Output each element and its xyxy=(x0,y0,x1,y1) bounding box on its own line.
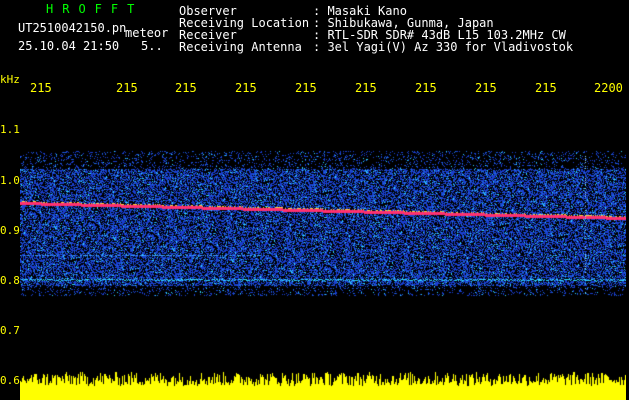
time-tick-label: 215 xyxy=(116,81,138,95)
time-tick-label: 215 xyxy=(235,81,257,95)
antenna-label: Receiving Antenna xyxy=(179,40,302,54)
freq-tick-label: 1.0 xyxy=(0,174,20,187)
freq-tick-label: 1.1 xyxy=(0,123,20,136)
time-tick-label: 215 xyxy=(535,81,557,95)
filename-label: UT2510042150.pn xyxy=(18,21,127,35)
freq-tick-label: 0.8 xyxy=(0,274,20,287)
waterfall-spectrogram xyxy=(20,96,626,400)
mode-label: meteor xyxy=(125,26,169,40)
time-tick-label: 215 xyxy=(355,81,377,95)
time-tick-label: 215 xyxy=(415,81,437,95)
freq-tick-label: 0.7 xyxy=(0,324,20,337)
app-logo: HROFFT xyxy=(46,2,144,16)
freq-unit-label: kHz xyxy=(0,73,20,86)
freq-axis: 1.1 1.0 0.9 0.8 0.7 0.6 xyxy=(0,96,20,400)
time-tick-label: 215 xyxy=(30,81,52,95)
spectrogram-canvas xyxy=(20,96,626,400)
time-tick-label: 215 xyxy=(475,81,497,95)
time-tick-label: 215 xyxy=(295,81,317,95)
freq-tick-label: 0.9 xyxy=(0,224,20,237)
hrofft-screen: HROFFT UT2510042150.pn meteor 25.10.04 2… xyxy=(0,0,629,400)
freq-tick-label: 0.6 xyxy=(0,374,20,387)
time-tick-label: 215 xyxy=(175,81,197,95)
time-axis: 215 215 215 215 215 215 215 215 215 2200 xyxy=(20,78,626,96)
datetime-label: 25.10.04 21:50 xyxy=(18,39,120,53)
antenna-value: : 3el Yagi(V) Az 330 for Vladivostok xyxy=(313,40,574,54)
time-tick-label: 2200 xyxy=(594,81,623,95)
interval-label: 5.. xyxy=(141,39,163,53)
